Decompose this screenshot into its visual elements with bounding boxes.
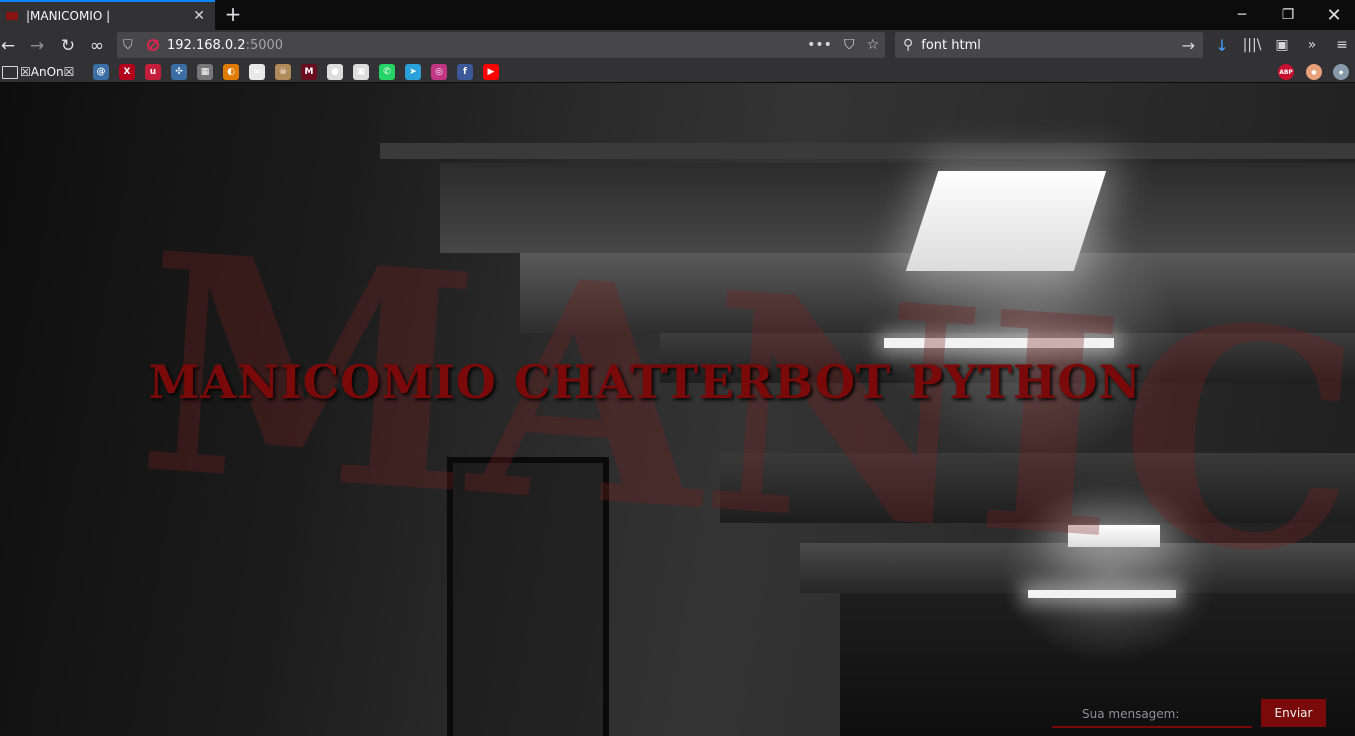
glasses-icon[interactable]: ∞ (249, 64, 265, 80)
bookmark-anon[interactable]: ☒AnOn☒ (20, 65, 74, 79)
youtube-icon[interactable]: ▶ (483, 64, 499, 80)
whatsapp-icon[interactable]: ✆ (379, 64, 395, 80)
extension-icon[interactable]: ◆ (1333, 64, 1349, 80)
search-go-icon[interactable]: → (1182, 36, 1195, 55)
ceiling-beam (380, 143, 1355, 159)
private-mask-icon[interactable]: ∞ (85, 34, 109, 58)
reload-button[interactable]: ↻ (56, 34, 80, 58)
wave-icon[interactable]: u (145, 64, 161, 80)
tab-title: |MANICOMIO | (26, 9, 111, 23)
url-port[interactable]: :5000 (246, 38, 283, 53)
tab-strip: |MANICOMIO | ✕ + ─ ❐ ✕ (0, 0, 1355, 30)
minimize-window-button[interactable]: ─ (1219, 0, 1265, 30)
page-content: MANICOMIO MANICOMIO CHATTERBOT PYTHON En… (0, 83, 1355, 736)
navigation-toolbar: ← → ↻ ∞ ⛉ 192.168.0.2 :5000 ••• ⛉ ☆ ⚲ fo… (0, 30, 1355, 62)
triskelion-icon[interactable]: ✣ (171, 64, 187, 80)
ring-icon[interactable]: ◐ (223, 64, 239, 80)
search-bar[interactable]: ⚲ font html → (895, 32, 1203, 58)
instagram-icon[interactable]: ◎ (431, 64, 447, 80)
bottle-icon[interactable]: ● (1306, 64, 1322, 80)
search-input[interactable]: font html (921, 38, 1173, 53)
url-host[interactable]: 192.168.0.2 (167, 38, 246, 53)
lock-icon[interactable]: ▣ (353, 64, 369, 80)
forward-button[interactable]: → (25, 34, 49, 58)
downloads-icon[interactable]: ↓ (1212, 34, 1232, 56)
x-icon[interactable]: X (119, 64, 135, 80)
facebook-icon[interactable]: f (457, 64, 473, 80)
maximize-window-button[interactable]: ❐ (1265, 0, 1311, 30)
telegram-icon[interactable]: ➤ (405, 64, 421, 80)
hamburger-menu-icon[interactable]: ≡ (1332, 34, 1352, 56)
close-tab-icon[interactable]: ✕ (193, 8, 205, 24)
bookmark-star-icon[interactable]: ☆ (866, 37, 879, 53)
adblock-icon[interactable]: ABP (1278, 64, 1294, 80)
bookmark-folder-icon[interactable] (2, 66, 18, 79)
library-icon[interactable]: |||\ (1242, 34, 1262, 56)
skull-icon[interactable]: ☠ (275, 64, 291, 80)
github-icon[interactable]: ● (327, 64, 343, 80)
insecure-connection-icon[interactable] (147, 39, 159, 51)
new-tab-button[interactable]: + (222, 3, 244, 27)
page-title: MANICOMIO CHATTERBOT PYTHON (148, 355, 1142, 409)
back-button[interactable]: ← (0, 34, 20, 58)
bookmarks-toolbar: ☒AnOn☒ @ Xu ✣ ▦ ◐ ∞ ☠ M ● ▣ ✆ ➤ ◎ f ▶ ABP ● ◆ (0, 62, 1355, 83)
page-actions-icon[interactable]: ••• (807, 37, 832, 53)
toolbar-tools: ↓ |||\ ▣ » ≡ (1212, 34, 1352, 56)
tracking-shield-icon[interactable]: ⛉ (123, 38, 143, 53)
message-input[interactable] (1052, 702, 1252, 728)
send-button[interactable]: Enviar (1261, 699, 1326, 727)
pocket-icon[interactable]: ⛉ (844, 37, 855, 53)
close-window-button[interactable]: ✕ (1311, 0, 1355, 30)
swirl-icon[interactable]: @ (93, 64, 109, 80)
browser-tab-manicomio[interactable]: |MANICOMIO | ✕ (0, 0, 215, 30)
sidebar-toggle-icon[interactable]: ▣ (1272, 34, 1292, 56)
m-icon[interactable]: M (301, 64, 317, 80)
mask-icon[interactable]: ▦ (197, 64, 213, 80)
search-icon: ⚲ (903, 37, 914, 53)
site-favicon-icon (6, 12, 18, 20)
address-bar[interactable]: ⛉ 192.168.0.2 :5000 ••• ⛉ ☆ (117, 32, 885, 58)
overflow-menu-icon[interactable]: » (1302, 34, 1322, 56)
